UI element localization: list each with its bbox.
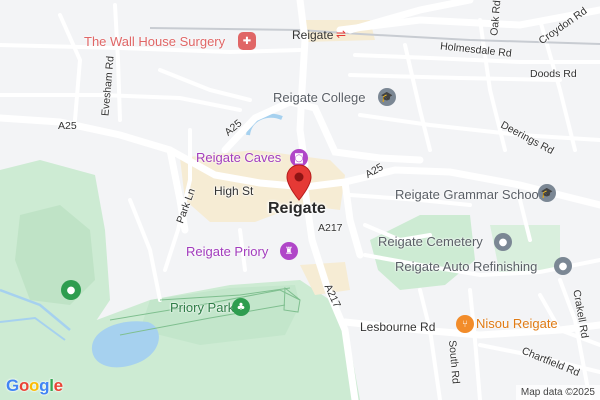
google-logo: Google [6,376,63,396]
station-label: Reigate [292,28,334,42]
road-label-lesbourne-rd: Lesbourne Rd [360,320,436,334]
map-canvas[interactable]: A25 A25 A25 A217 A217 High St Park Ln Ev… [0,0,600,400]
poi-label-wall-house-surgery[interactable]: The Wall House Surgery [84,34,225,49]
castle-icon[interactable]: ♜ [280,242,298,260]
poi-label-nisou-reigate[interactable]: Nisou Reigate [476,316,558,331]
poi-label-reigate-college[interactable]: Reigate College [273,90,366,105]
map-attribution[interactable]: Map data ©2025 [515,385,600,400]
graduation-cap-icon[interactable]: 🎓 [538,184,556,202]
park-pin-icon[interactable]: ● [61,280,81,300]
google-logo-text: Google [6,376,63,395]
road-label-a25-west: A25 [58,120,77,132]
cemetery-area [370,215,475,290]
fork-knife-icon[interactable]: ⑂ [456,315,474,333]
town-label-reigate: Reigate [268,200,326,217]
priory-park-inner [140,285,300,345]
graduation-cap-icon[interactable]: 🎓 [378,88,396,106]
poi-label-reigate-auto-refinishing[interactable]: Reigate Auto Refinishing [395,259,537,274]
poi-label-priory-park[interactable]: Priory Park [170,300,234,315]
poi-label-reigate-caves[interactable]: Reigate Caves [196,150,281,165]
road-label-doods-rd: Doods Rd [530,68,577,80]
poi-label-reigate-priory[interactable]: Reigate Priory [186,244,268,259]
road-label-high-st: High St [214,184,254,198]
pin-dot-icon[interactable]: ● [554,257,572,275]
rail-station-icon: ⇌ [336,27,347,41]
road-label-a217-north: A217 [318,222,343,234]
poi-label-reigate-cemetery[interactable]: Reigate Cemetery [378,234,483,249]
poi-label-reigate-grammar-school[interactable]: Reigate Grammar School [395,187,542,202]
cemetery-icon[interactable]: ● [494,233,512,251]
tree-icon[interactable]: ♣ [232,298,250,316]
location-marker-icon[interactable] [286,164,312,202]
medical-cross-icon[interactable]: ✚ [238,32,256,50]
